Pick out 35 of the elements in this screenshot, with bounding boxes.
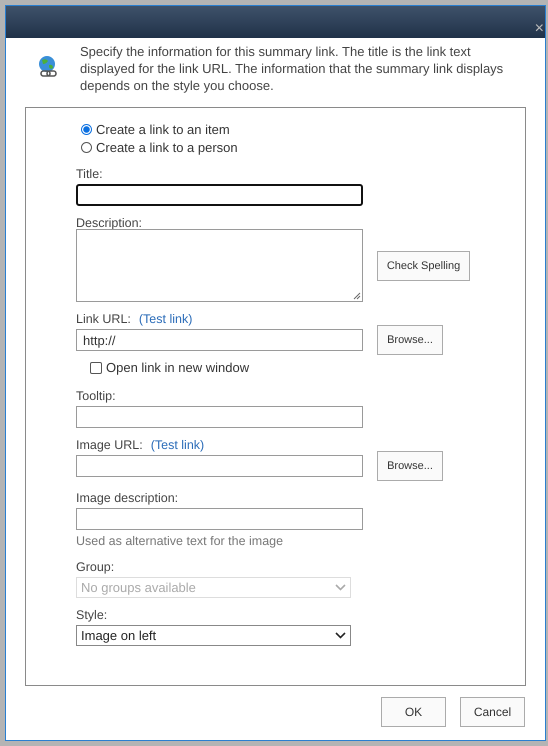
resize-grip-icon[interactable]: [353, 292, 361, 300]
browse-button[interactable]: Browse...: [377, 451, 443, 481]
field-label: Style:: [76, 608, 108, 623]
field-label: Image URL:: [76, 438, 143, 453]
ok-button[interactable]: OK: [381, 697, 446, 727]
chevron-down-icon: [335, 632, 346, 639]
check-spelling-button[interactable]: Check Spelling: [377, 250, 470, 280]
test-link[interactable]: (Test link): [138, 312, 192, 327]
checkbox-label[interactable]: Open link in new window: [106, 360, 250, 375]
radio-button[interactable]: [81, 124, 92, 135]
field-label: Tooltip:: [76, 389, 117, 404]
radio-label[interactable]: Create a link to a person: [96, 140, 238, 155]
hint-text: Used as alternative text for the image: [76, 534, 284, 548]
globe-link-icon: [37, 55, 59, 79]
image-description-field[interactable]: [76, 508, 363, 530]
tooltip-field[interactable]: [76, 406, 363, 428]
field-label: Link URL:: [76, 312, 131, 327]
instructions-text: Specify the information for this summary link. The title is the link text displayed for the link URL. The information that the summary link displays depends on the style you choose.: [80, 43, 504, 95]
title-field[interactable]: [76, 184, 363, 206]
style-dropdown[interactable]: Image on left: [76, 625, 351, 646]
browse-button[interactable]: Browse...: [377, 325, 443, 355]
close-button[interactable]: ×: [534, 20, 544, 38]
checkbox[interactable]: [90, 362, 102, 374]
radio-label[interactable]: Create a link to an item: [96, 122, 230, 137]
image-url-field[interactable]: [76, 455, 363, 477]
field-label: Image description:: [76, 491, 180, 506]
test-link[interactable]: (Test link): [150, 438, 204, 453]
description-field[interactable]: [76, 229, 363, 302]
chevron-down-icon: [335, 584, 346, 591]
field-label: Description:: [76, 216, 143, 231]
link-url-field[interactable]: http://: [76, 329, 363, 351]
field-label: Title:: [76, 167, 104, 182]
field-label: Group:: [76, 560, 116, 575]
radio-button[interactable]: [81, 142, 92, 153]
cancel-button[interactable]: Cancel: [460, 697, 525, 727]
